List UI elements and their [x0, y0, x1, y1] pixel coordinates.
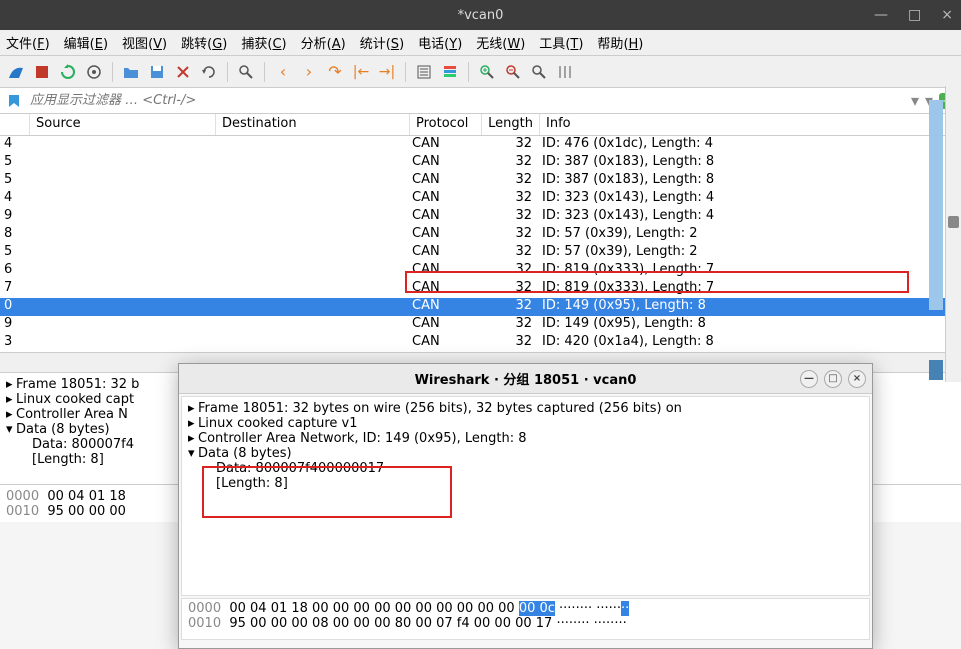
open-file-icon[interactable]: [119, 60, 143, 84]
expand-arrow-icon[interactable]: ▸: [188, 416, 198, 431]
packet-row[interactable]: 5CAN32 ID: 57 (0x39), Length: 2: [0, 244, 961, 262]
dialog-bytes-pane[interactable]: 0000 00 04 01 18 00 00 00 00 00 00 00 00…: [181, 598, 870, 640]
maximize-button[interactable]: □: [908, 7, 921, 23]
menu-analyze[interactable]: 分析(A): [301, 33, 346, 52]
expand-arrow-icon[interactable]: ▸: [6, 407, 16, 422]
resize-columns-icon[interactable]: [553, 60, 577, 84]
overview-selected-marker: [929, 360, 943, 380]
restart-capture-icon[interactable]: [56, 60, 80, 84]
window-titlebar: *vcan0 — □ ×: [0, 0, 961, 30]
dialog-close-button[interactable]: ×: [848, 370, 866, 388]
toolbar: ‹ › ↷ |← →|: [0, 56, 961, 88]
packet-row[interactable]: 8CAN32 ID: 57 (0x39), Length: 2: [0, 226, 961, 244]
menu-tools[interactable]: 工具(T): [539, 33, 583, 52]
menu-edit[interactable]: 编辑(E): [64, 33, 108, 52]
go-first-icon[interactable]: |←: [349, 60, 373, 84]
scrollbar-vertical[interactable]: [945, 86, 961, 382]
menu-help[interactable]: 帮助(H): [597, 33, 643, 52]
col-length[interactable]: Length: [482, 114, 540, 135]
display-filter-input[interactable]: [28, 91, 905, 110]
dialog-details-pane[interactable]: ▸Frame 18051: 32 bytes on wire (256 bits…: [181, 396, 870, 596]
packet-row[interactable]: 9CAN32 ID: 323 (0x143), Length: 4: [0, 208, 961, 226]
dialog-title: Wireshark · 分组 18051 · vcan0: [415, 369, 637, 388]
collapse-arrow-icon[interactable]: ▾: [188, 446, 198, 461]
packet-row[interactable]: 9CAN32 ID: 149 (0x95), Length: 8: [0, 316, 961, 334]
menu-capture[interactable]: 捕获(C): [241, 33, 286, 52]
dialog-titlebar: Wireshark · 分组 18051 · vcan0 — □ ×: [179, 364, 872, 394]
packet-row[interactable]: 5CAN32 ID: 387 (0x183), Length: 8: [0, 172, 961, 190]
overview-marker: [929, 100, 943, 310]
packet-list-pane: Source Destination Protocol Length Info …: [0, 114, 961, 352]
display-filter-bar: ▾ ▾ +: [0, 88, 961, 114]
capture-options-icon[interactable]: [82, 60, 106, 84]
expand-arrow-icon[interactable]: ▸: [188, 401, 198, 416]
zoom-reset-icon[interactable]: [527, 60, 551, 84]
auto-scroll-icon[interactable]: [412, 60, 436, 84]
packet-list-header: Source Destination Protocol Length Info: [0, 114, 961, 136]
reload-icon[interactable]: [197, 60, 221, 84]
col-source[interactable]: Source: [30, 114, 216, 135]
window-title: *vcan0: [458, 8, 504, 23]
save-file-icon[interactable]: [145, 60, 169, 84]
collapse-arrow-icon[interactable]: ▾: [6, 422, 16, 437]
menu-wireless[interactable]: 无线(W): [476, 33, 525, 52]
col-protocol[interactable]: Protocol: [410, 114, 482, 135]
packet-row[interactable]: 5CAN32 ID: 387 (0x183), Length: 8: [0, 154, 961, 172]
col-info[interactable]: Info: [540, 114, 961, 135]
zoom-out-icon[interactable]: [501, 60, 525, 84]
minimize-button[interactable]: —: [874, 7, 888, 23]
dialog-maximize-button[interactable]: □: [824, 370, 842, 388]
packet-row[interactable]: 0CAN32 ID: 149 (0x95), Length: 8: [0, 298, 961, 316]
expression-dropdown-icon[interactable]: ▾: [911, 91, 919, 110]
stop-capture-icon[interactable]: [30, 60, 54, 84]
packet-dialog: Wireshark · 分组 18051 · vcan0 — □ × ▸Fram…: [178, 363, 873, 649]
go-to-packet-icon[interactable]: ↷: [323, 60, 347, 84]
menu-statistics[interactable]: 统计(S): [360, 33, 404, 52]
close-button[interactable]: ×: [941, 7, 953, 23]
zoom-in-icon[interactable]: [475, 60, 499, 84]
go-forward-icon[interactable]: ›: [297, 60, 321, 84]
expand-arrow-icon[interactable]: ▸: [6, 377, 16, 392]
menu-view[interactable]: 视图(V): [122, 33, 167, 52]
packet-row[interactable]: 3CAN32 ID: 420 (0x1a4), Length: 8: [0, 334, 961, 352]
go-back-icon[interactable]: ‹: [271, 60, 295, 84]
packet-row[interactable]: 6CAN32 ID: 819 (0x333), Length: 7: [0, 262, 961, 280]
packet-row[interactable]: 4CAN32 ID: 323 (0x143), Length: 4: [0, 190, 961, 208]
menu-telephony[interactable]: 电话(Y): [418, 33, 462, 52]
shark-fin-icon[interactable]: [4, 60, 28, 84]
colorize-icon[interactable]: [438, 60, 462, 84]
close-file-icon[interactable]: [171, 60, 195, 84]
menu-go[interactable]: 跳转(G): [181, 33, 227, 52]
dialog-minimize-button[interactable]: —: [800, 370, 818, 388]
packet-row[interactable]: 4CAN32 ID: 476 (0x1dc), Length: 4: [0, 136, 961, 154]
packet-list-rows[interactable]: 4CAN32 ID: 476 (0x1dc), Length: 45CAN32 …: [0, 136, 961, 352]
expand-arrow-icon[interactable]: ▸: [6, 392, 16, 407]
bookmark-icon[interactable]: [4, 91, 24, 111]
packet-row[interactable]: 7CAN32 ID: 819 (0x333), Length: 7: [0, 280, 961, 298]
menu-bar: 文件(F) 编辑(E) 视图(V) 跳转(G) 捕获(C) 分析(A) 统计(S…: [0, 30, 961, 56]
expand-arrow-icon[interactable]: ▸: [188, 431, 198, 446]
find-packet-icon[interactable]: [234, 60, 258, 84]
go-last-icon[interactable]: →|: [375, 60, 399, 84]
col-destination[interactable]: Destination: [216, 114, 410, 135]
menu-file[interactable]: 文件(F): [6, 33, 50, 52]
